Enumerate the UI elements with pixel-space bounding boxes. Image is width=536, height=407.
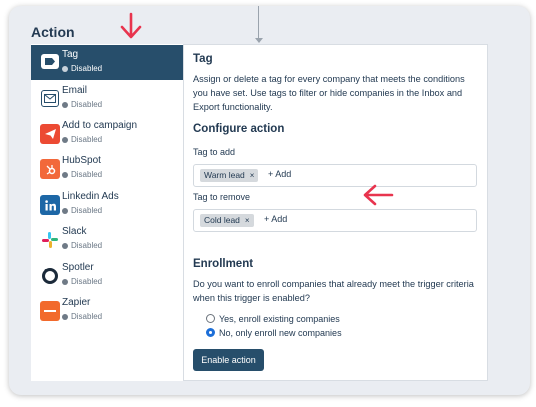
connector-arrow-icon bbox=[255, 38, 263, 43]
sidebar-item-label: Add to campaign bbox=[62, 120, 138, 131]
action-title: Tag bbox=[193, 53, 213, 65]
section-title: Action bbox=[31, 24, 75, 40]
status-dot bbox=[62, 242, 68, 249]
remove-chip-icon[interactable]: × bbox=[245, 216, 250, 225]
sidebar-item-slack[interactable]: Slack Disabled bbox=[31, 222, 183, 257]
status-text: Disabled bbox=[62, 135, 102, 144]
sidebar-item-linkedin-ads[interactable]: Linkedin Ads Disabled bbox=[31, 187, 183, 222]
add-tag-button[interactable]: + Add bbox=[264, 214, 287, 224]
sidebar-item-label: Tag bbox=[62, 49, 79, 60]
zapier-icon bbox=[40, 301, 60, 321]
status-dot bbox=[62, 278, 68, 285]
sidebar-item-label: Spotler bbox=[62, 262, 94, 273]
status-text: Disabled bbox=[62, 277, 102, 286]
configure-action-heading: Configure action bbox=[193, 123, 285, 135]
sidebar-item-tag[interactable]: Tag Disabled bbox=[31, 45, 183, 80]
status-text: Disabled bbox=[62, 170, 102, 179]
add-tag-button[interactable]: + Add bbox=[268, 169, 291, 179]
status-dot bbox=[62, 313, 68, 320]
sidebar-item-label: Slack bbox=[62, 226, 87, 237]
status-dot bbox=[62, 101, 68, 108]
paper-plane-icon bbox=[40, 124, 60, 144]
annotation-arrow-down-icon bbox=[120, 12, 142, 39]
status-text: Disabled bbox=[62, 64, 102, 73]
status-text: Disabled bbox=[62, 312, 102, 321]
status-text: Disabled bbox=[62, 206, 102, 215]
tag-to-remove-field[interactable]: Cold lead × + Add bbox=[193, 209, 477, 232]
sidebar-item-zapier[interactable]: Zapier Disabled bbox=[31, 293, 183, 328]
status-dot bbox=[62, 65, 68, 72]
linkedin-icon bbox=[40, 195, 60, 215]
hubspot-icon bbox=[40, 159, 60, 179]
sidebar-item-label: Email bbox=[62, 85, 88, 96]
action-sidebar: Tag Disabled Email Disabled Add to campa… bbox=[31, 44, 184, 381]
enable-action-button[interactable]: Enable action bbox=[193, 349, 264, 371]
tag-to-remove-label: Tag to remove bbox=[193, 192, 251, 202]
annotation-arrow-left-icon bbox=[363, 184, 394, 206]
radio-button[interactable] bbox=[206, 314, 215, 323]
tag-to-add-label: Tag to add bbox=[193, 147, 236, 157]
status-text: Disabled bbox=[62, 100, 102, 109]
tag-icon bbox=[41, 54, 59, 69]
action-description: Assign or delete a tag for every company… bbox=[193, 74, 465, 112]
enrollment-question: Do you want to enroll companies that alr… bbox=[193, 279, 474, 303]
connector-line bbox=[258, 6, 259, 40]
status-dot bbox=[62, 171, 68, 178]
status-text: Disabled bbox=[62, 241, 102, 250]
slack-icon bbox=[40, 230, 60, 250]
enrollment-heading: Enrollment bbox=[193, 258, 254, 270]
sidebar-item-email[interactable]: Email Disabled bbox=[31, 81, 183, 116]
tag-to-add-field[interactable]: Warm lead × + Add bbox=[193, 164, 477, 187]
radio-button-selected[interactable] bbox=[206, 328, 215, 337]
spotler-icon bbox=[40, 266, 60, 286]
sidebar-item-add-to-campaign[interactable]: Add to campaign Disabled bbox=[31, 116, 183, 151]
sidebar-item-spotler[interactable]: Spotler Disabled bbox=[31, 258, 183, 293]
sidebar-item-label: Zapier bbox=[62, 297, 91, 308]
status-dot bbox=[62, 136, 68, 143]
remove-chip-icon[interactable]: × bbox=[250, 171, 255, 180]
tag-chip-warm-lead: Warm lead × bbox=[200, 169, 259, 182]
radio-option-enroll-existing[interactable]: Yes, enroll existing companies bbox=[206, 314, 340, 324]
tag-chip-cold-lead: Cold lead × bbox=[200, 214, 254, 227]
sidebar-item-label: Linkedin Ads bbox=[62, 191, 119, 202]
status-dot bbox=[62, 207, 68, 214]
radio-option-enroll-new[interactable]: No, only enroll new companies bbox=[206, 328, 342, 338]
email-icon bbox=[41, 90, 59, 107]
sidebar-item-label: HubSpot bbox=[62, 155, 101, 166]
sidebar-item-hubspot[interactable]: HubSpot Disabled bbox=[31, 151, 183, 186]
